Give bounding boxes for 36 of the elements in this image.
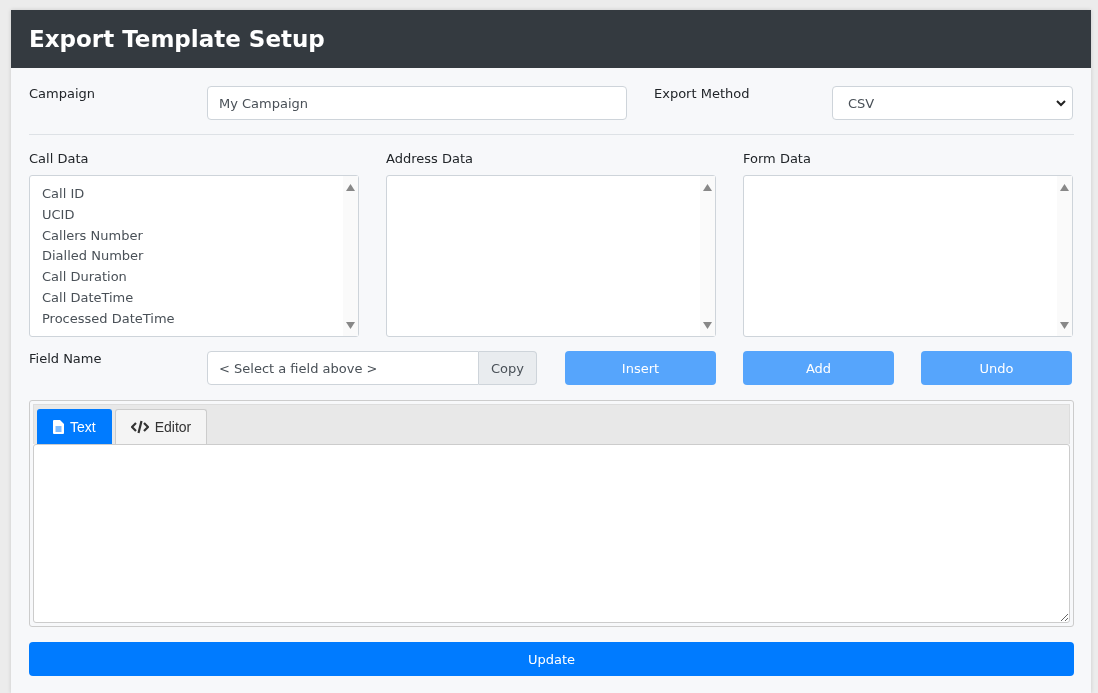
scrollbar[interactable] (1057, 176, 1072, 336)
chevron-down-icon (1056, 99, 1066, 107)
campaign-input[interactable]: My Campaign (207, 86, 627, 120)
document-icon (53, 420, 64, 434)
export-method-label: Export Method (654, 86, 751, 101)
page-title: Export Template Setup (29, 26, 325, 52)
list-label: Address Data (386, 151, 474, 166)
list-label: Call Data (29, 151, 90, 166)
scrollbar[interactable] (700, 176, 715, 336)
list-item[interactable]: Callers Number (42, 225, 331, 247)
list-item[interactable]: Call DateTime (42, 288, 331, 309)
scroll-up-icon[interactable] (703, 184, 712, 191)
copy-button[interactable]: Copy (479, 351, 537, 385)
update-button[interactable]: Update (29, 642, 1074, 676)
list-item[interactable]: Call Duration (42, 267, 331, 288)
list-item[interactable]: UCID (42, 204, 331, 226)
field-listbox[interactable] (743, 175, 1073, 337)
field-name-input[interactable]: < Select a field above > (207, 351, 479, 385)
list-label: Form Data (743, 151, 812, 166)
list-item[interactable]: Dialled Number (42, 246, 331, 268)
campaign-label: Campaign (29, 86, 97, 101)
scroll-up-icon[interactable] (1060, 184, 1069, 191)
scrollbar[interactable] (343, 176, 358, 336)
tab[interactable]: Text (37, 409, 112, 444)
field-name-label: Field Name (29, 351, 103, 366)
field-listbox[interactable] (386, 175, 716, 337)
scroll-down-icon[interactable] (346, 322, 355, 329)
list-item[interactable]: Call ID (42, 184, 331, 205)
list-item[interactable]: Processed DateTime (42, 308, 331, 330)
code-icon (130, 420, 149, 434)
scroll-down-icon[interactable] (703, 322, 712, 329)
scroll-up-icon[interactable] (346, 184, 355, 191)
tab[interactable]: Editor (114, 409, 208, 444)
field-listbox[interactable]: Call ID UCID Callers Number Dialled Number Call Duration Call DateTime Processed DateTime (29, 175, 359, 337)
export-method-select[interactable]: CSV (832, 86, 1073, 120)
scroll-down-icon[interactable] (1060, 322, 1069, 329)
